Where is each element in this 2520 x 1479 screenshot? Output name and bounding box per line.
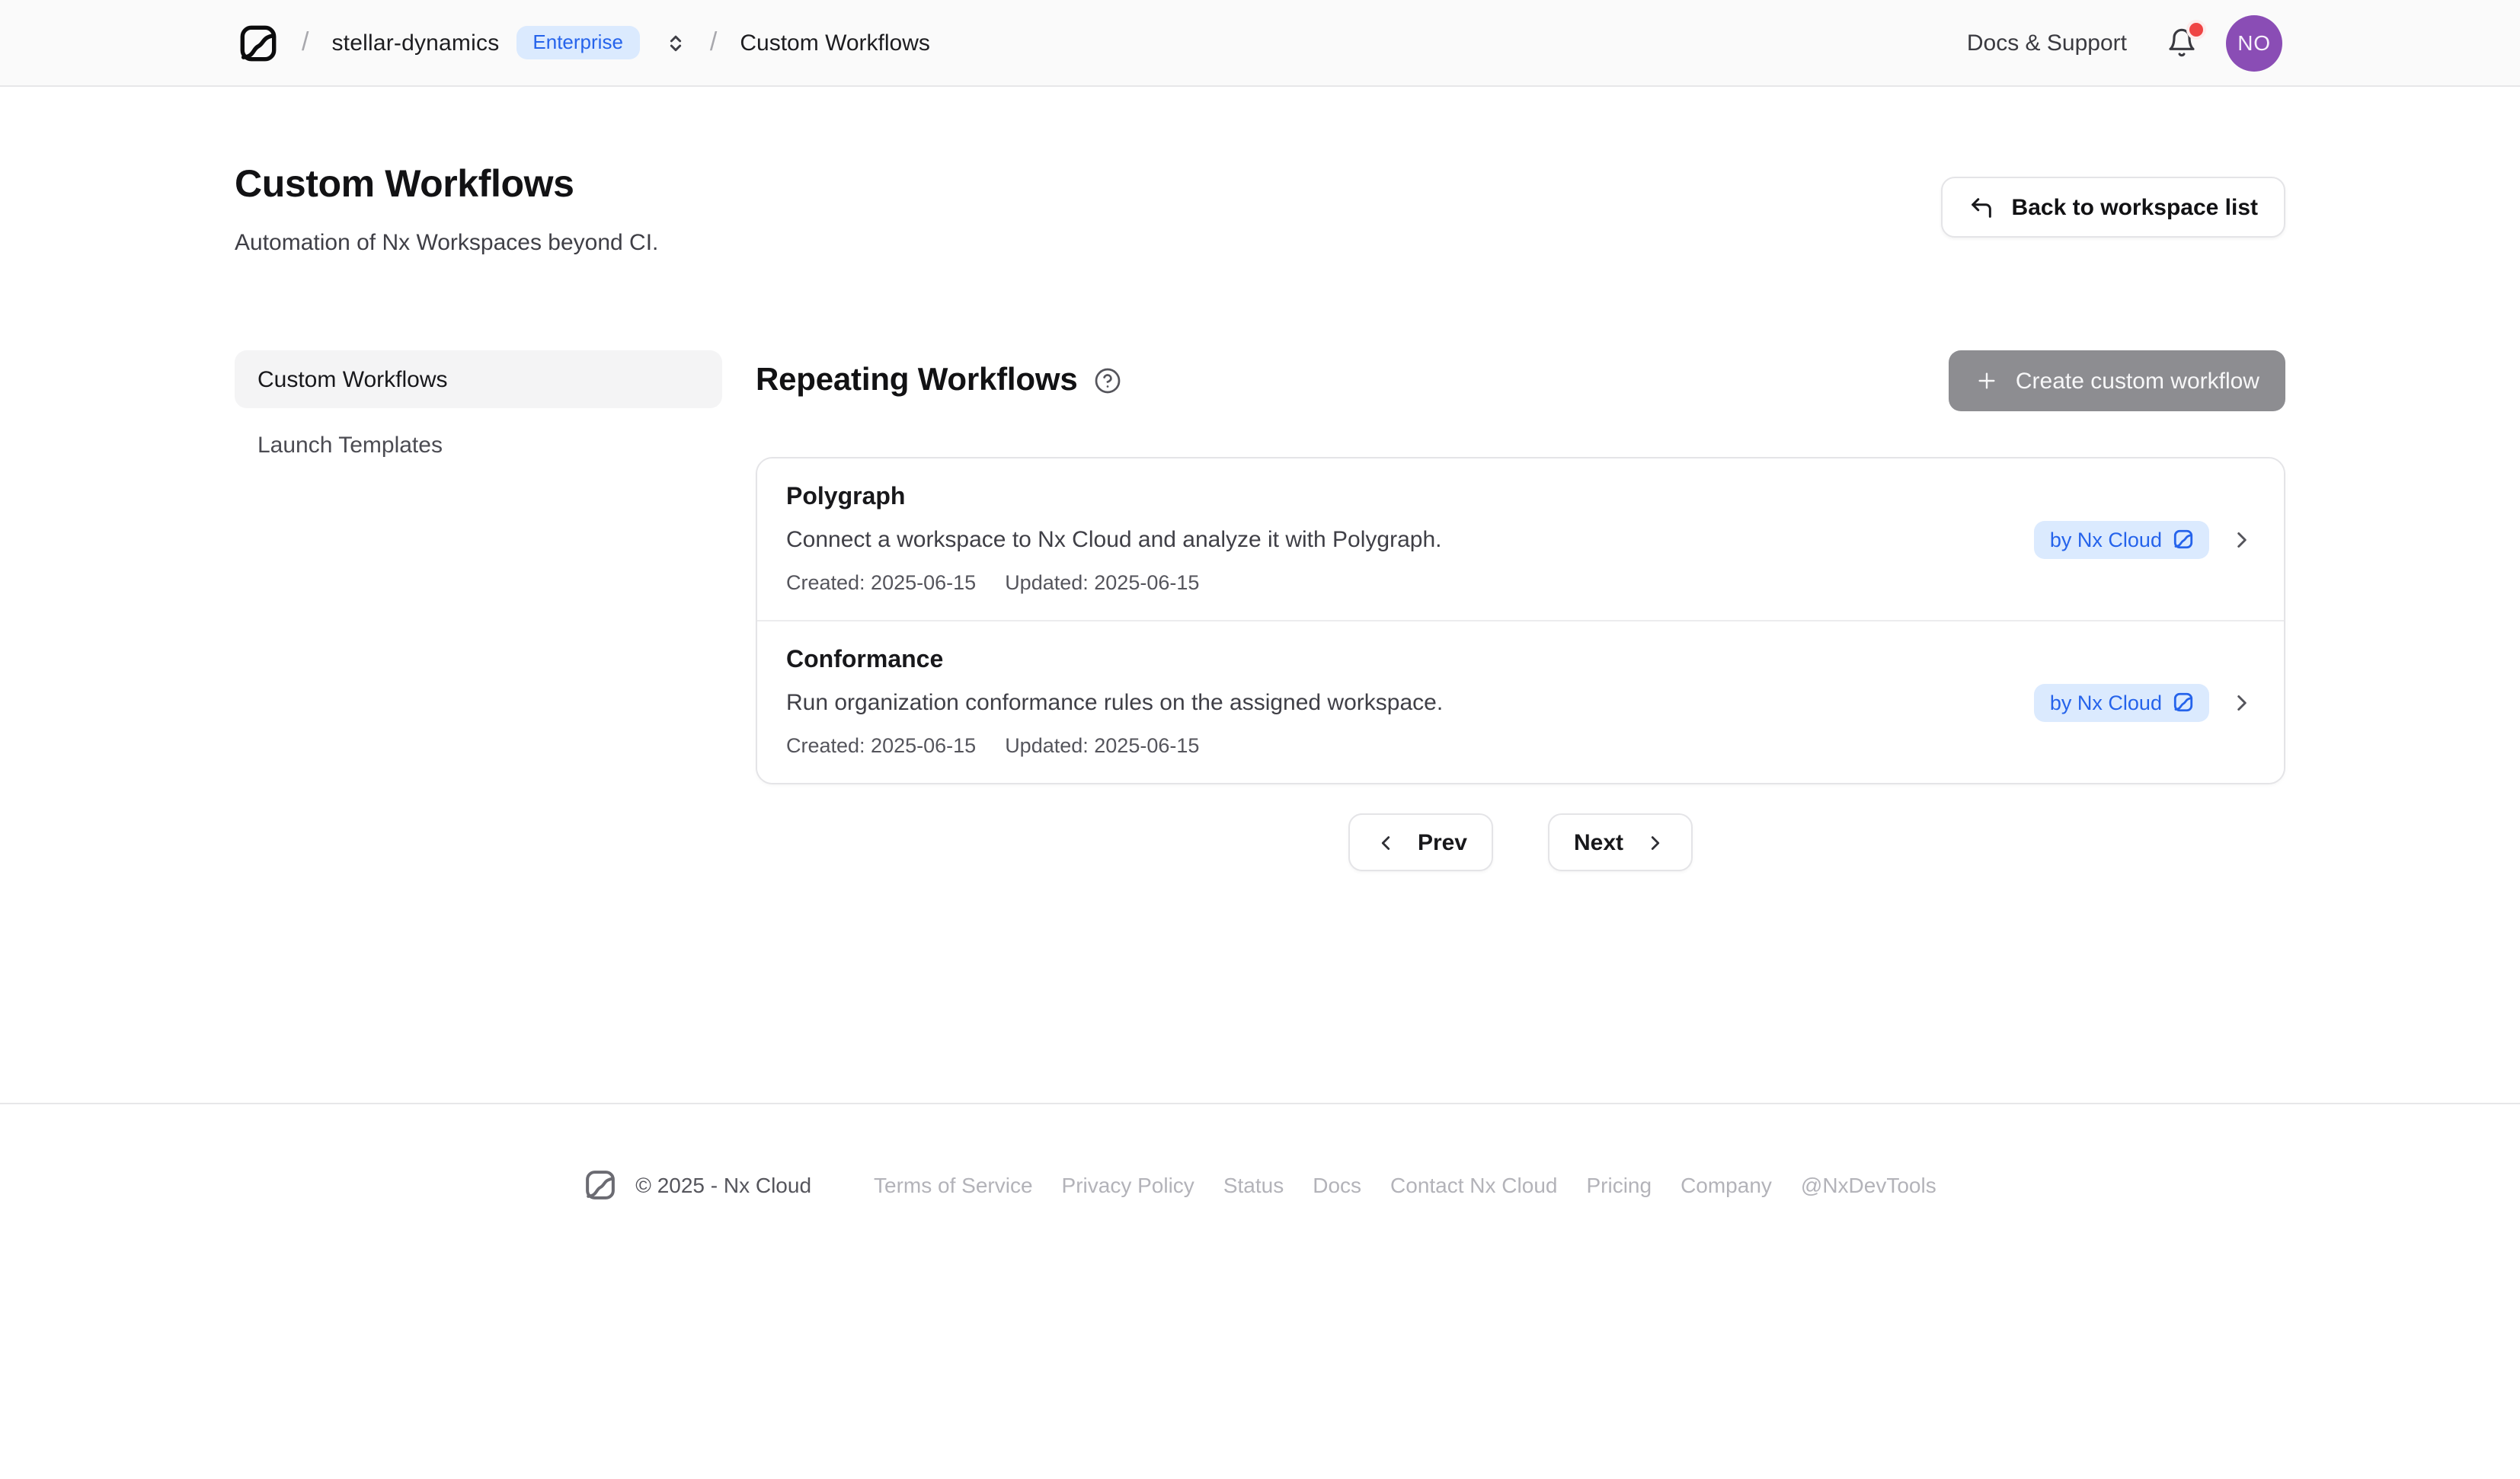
workflow-name: Conformance bbox=[786, 647, 2035, 675]
workflow-updated: Updated: 2025-06-15 bbox=[1005, 734, 1199, 757]
prev-label: Prev bbox=[1418, 829, 1467, 855]
workflow-created: Created: 2025-06-15 bbox=[786, 734, 976, 757]
plus-icon bbox=[1975, 369, 1999, 393]
nx-logo-icon bbox=[2173, 692, 2194, 713]
chevron-right-icon bbox=[2229, 526, 2255, 552]
notification-dot bbox=[2189, 23, 2203, 37]
repeating-workflows-section: Repeating Workflows bbox=[756, 350, 2285, 871]
page-footer: © 2025 - Nx Cloud Terms of Service Priva… bbox=[0, 1103, 2520, 1202]
workflow-description: Run organization conformance rules on th… bbox=[786, 690, 2035, 716]
nx-cloud-app: / stellar-dynamics Enterprise / Custom W… bbox=[0, 0, 2520, 1479]
breadcrumb-workspace[interactable]: stellar-dynamics bbox=[331, 30, 499, 56]
top-header: / stellar-dynamics Enterprise / Custom W… bbox=[0, 0, 2520, 87]
back-button-label: Back to workspace list bbox=[2012, 194, 2258, 220]
by-nx-cloud-badge[interactable]: by Nx Cloud bbox=[2035, 520, 2209, 558]
page-heading-block: Custom Workflows Automation of Nx Worksp… bbox=[235, 163, 658, 256]
create-custom-workflow-button[interactable]: Create custom workflow bbox=[1949, 350, 2285, 411]
footer-links: Terms of Service Privacy Policy Status D… bbox=[874, 1173, 1936, 1197]
section-title: Repeating Workflows bbox=[756, 363, 1078, 399]
workflow-description: Connect a workspace to Nx Cloud and anal… bbox=[786, 527, 2035, 553]
breadcrumb-separator: / bbox=[302, 27, 309, 58]
pagination: Prev Next bbox=[756, 813, 2285, 871]
footer-link-docs[interactable]: Docs bbox=[1313, 1173, 1361, 1197]
prev-page-button[interactable]: Prev bbox=[1349, 813, 1493, 871]
page-title: Custom Workflows bbox=[235, 163, 658, 207]
footer-link-company[interactable]: Company bbox=[1681, 1173, 1772, 1197]
badge-label: by Nx Cloud bbox=[2050, 691, 2162, 714]
avatar[interactable]: NO bbox=[2226, 14, 2282, 71]
notifications-button[interactable] bbox=[2167, 27, 2197, 58]
nx-logo-icon bbox=[584, 1168, 617, 1202]
next-label: Next bbox=[1574, 829, 1623, 855]
docs-support-link[interactable]: Docs & Support bbox=[1967, 30, 2127, 56]
nx-logo-icon bbox=[2173, 529, 2194, 550]
back-to-workspace-list-button[interactable]: Back to workspace list bbox=[1942, 177, 2285, 238]
chevron-left-icon bbox=[1375, 831, 1398, 854]
chevron-right-icon bbox=[1643, 831, 1666, 854]
create-button-label: Create custom workflow bbox=[2016, 368, 2259, 394]
footer-link-pricing[interactable]: Pricing bbox=[1586, 1173, 1652, 1197]
footer-link-terms[interactable]: Terms of Service bbox=[874, 1173, 1033, 1197]
breadcrumb: / stellar-dynamics Enterprise / Custom W… bbox=[238, 22, 930, 63]
sidebar-item-label: Custom Workflows bbox=[257, 366, 448, 392]
footer-link-contact[interactable]: Contact Nx Cloud bbox=[1390, 1173, 1557, 1197]
sidebar-item-custom-workflows[interactable]: Custom Workflows bbox=[235, 350, 722, 408]
settings-sidebar: Custom Workflows Launch Templates bbox=[235, 350, 722, 481]
workflow-created: Created: 2025-06-15 bbox=[786, 571, 976, 594]
footer-link-privacy[interactable]: Privacy Policy bbox=[1062, 1173, 1194, 1197]
workflow-updated: Updated: 2025-06-15 bbox=[1005, 571, 1199, 594]
workflow-row-polygraph[interactable]: Polygraph Connect a workspace to Nx Clou… bbox=[757, 458, 2284, 620]
plan-badge: Enterprise bbox=[516, 25, 640, 60]
breadcrumb-separator: / bbox=[710, 27, 717, 58]
footer-link-nxdevtools[interactable]: @NxDevTools bbox=[1801, 1173, 1936, 1197]
corner-up-left-icon bbox=[1969, 194, 1995, 220]
chevron-right-icon bbox=[2229, 689, 2255, 715]
page-subtitle: Automation of Nx Workspaces beyond CI. bbox=[235, 230, 658, 256]
workflow-row-conformance[interactable]: Conformance Run organization conformance… bbox=[757, 620, 2284, 783]
sidebar-item-launch-templates[interactable]: Launch Templates bbox=[235, 416, 722, 474]
footer-link-status[interactable]: Status bbox=[1223, 1173, 1284, 1197]
breadcrumb-current-page: Custom Workflows bbox=[740, 30, 930, 56]
workflow-name: Polygraph bbox=[786, 484, 2035, 512]
copyright: © 2025 - Nx Cloud bbox=[635, 1173, 811, 1197]
help-circle-icon[interactable] bbox=[1095, 367, 1122, 395]
by-nx-cloud-badge[interactable]: by Nx Cloud bbox=[2035, 683, 2209, 721]
next-page-button[interactable]: Next bbox=[1548, 813, 1692, 871]
workflows-list: Polygraph Connect a workspace to Nx Clou… bbox=[756, 457, 2285, 784]
sidebar-item-label: Launch Templates bbox=[257, 432, 443, 458]
badge-label: by Nx Cloud bbox=[2050, 528, 2162, 551]
workspace-switcher-button[interactable] bbox=[664, 31, 687, 54]
nx-logo-icon[interactable] bbox=[238, 22, 279, 63]
